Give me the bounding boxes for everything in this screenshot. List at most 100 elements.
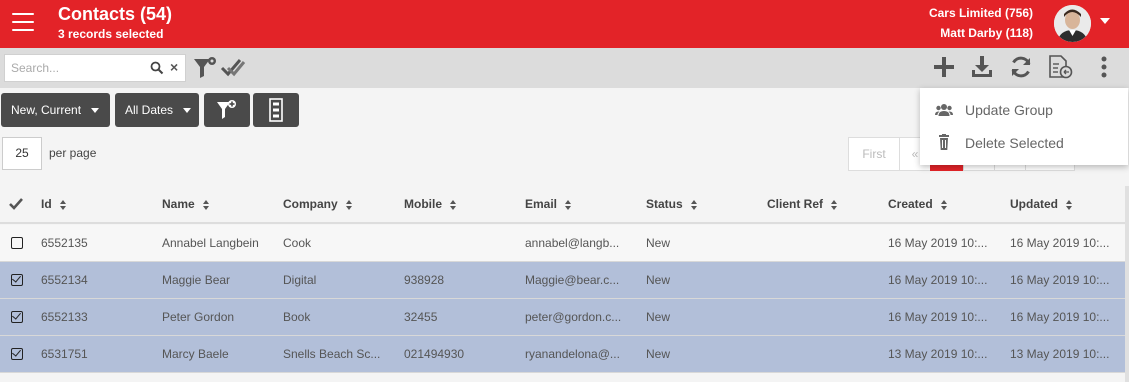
cell-updated: 16 May 2019 10:...: [1010, 236, 1110, 250]
cell-id: 6552134: [41, 273, 88, 287]
cell-updated: 16 May 2019 10:...: [1010, 310, 1110, 324]
sort-icon: [345, 199, 353, 210]
cell-company: Book: [283, 310, 311, 324]
more-options-menu: Update Group Delete Selected: [920, 88, 1128, 165]
sort-icon: [1066, 199, 1073, 210]
cell-status: New: [646, 310, 671, 324]
cell-company: Digital: [283, 273, 317, 287]
cell-name: Maggie Bear: [162, 273, 231, 287]
account-dropdown-icon[interactable]: [1100, 18, 1110, 24]
date-filter-label: All Dates: [125, 103, 174, 117]
row-checkbox[interactable]: [11, 274, 23, 286]
sort-icon: [59, 199, 67, 210]
column-header-updated[interactable]: Updated: [1010, 197, 1073, 211]
column-header-company[interactable]: Company: [283, 197, 353, 211]
table-row[interactable]: 6531751 Marcy Baele Snells Beach Sc... 0…: [0, 336, 1125, 373]
search-icon[interactable]: [150, 61, 164, 75]
cell-updated: 16 May 2019 10:...: [1010, 273, 1110, 287]
cell-name: Annabel Langbein: [162, 236, 259, 250]
add-icon[interactable]: [931, 54, 957, 80]
cell-email: ryanandelona@...: [525, 347, 620, 361]
menu-item-label: Delete Selected: [965, 135, 1064, 151]
column-header-email[interactable]: Email: [525, 197, 572, 211]
account-company[interactable]: Cars Limited (756): [929, 6, 1033, 20]
column-header-mobile[interactable]: Mobile: [404, 197, 457, 211]
select-all-icon[interactable]: [220, 55, 246, 81]
cell-id: 6552133: [41, 310, 88, 324]
row-checkbox[interactable]: [11, 348, 23, 360]
page-title: Contacts (54): [58, 4, 173, 24]
cell-email: peter@gordon.c...: [525, 310, 622, 324]
sort-icon: [690, 199, 698, 210]
cell-created: 16 May 2019 10:...: [888, 273, 988, 287]
sort-icon: [831, 199, 838, 210]
cell-name: Peter Gordon: [162, 310, 235, 324]
column-header-client-ref[interactable]: Client Ref: [767, 197, 838, 211]
sort-icon: [450, 199, 457, 210]
cell-status: New: [646, 273, 671, 287]
advanced-filter-button[interactable]: [204, 93, 250, 127]
sort-icon: [202, 199, 210, 210]
cell-id: 6531751: [41, 347, 88, 361]
cell-created: 16 May 2019 10:...: [888, 310, 988, 324]
cell-updated: 13 May 2019 10:...: [1010, 347, 1110, 361]
hamburger-menu-icon[interactable]: [12, 13, 34, 33]
scrollbar[interactable]: [1125, 186, 1129, 382]
cell-created: 13 May 2019 10:...: [888, 347, 988, 361]
cell-mobile: 938928: [404, 273, 445, 287]
menu-item-label: Update Group: [965, 102, 1053, 118]
per-page-label: per page: [49, 146, 97, 160]
column-header-id[interactable]: Id: [41, 197, 67, 211]
menu-item-delete-selected[interactable]: Delete Selected: [920, 127, 1128, 159]
avatar[interactable]: [1054, 5, 1091, 42]
sort-icon: [565, 199, 572, 210]
cell-mobile: 32455: [404, 310, 438, 324]
cell-email: annabel@langb...: [525, 236, 620, 250]
table-row[interactable]: 6552135 Annabel Langbein Cook annabel@la…: [0, 225, 1125, 262]
chevron-down-icon: [91, 107, 100, 113]
account-user[interactable]: Matt Darby (118): [940, 26, 1033, 40]
cell-company: Cook: [283, 236, 312, 250]
trash-icon: [939, 134, 949, 150]
clear-search-icon[interactable]: ×: [170, 59, 178, 75]
selection-count: 3 records selected: [58, 27, 164, 41]
cell-status: New: [646, 236, 671, 250]
first-page-button[interactable]: First: [848, 137, 900, 171]
search-input[interactable]: [11, 59, 141, 77]
columns-button[interactable]: [253, 93, 299, 127]
group-icon: [935, 104, 953, 116]
column-header-created[interactable]: Created: [888, 197, 948, 211]
table-row[interactable]: 6552133 Peter Gordon Book 32455 peter@go…: [0, 299, 1125, 336]
status-filter-dropdown[interactable]: New, Current: [1, 93, 110, 127]
cell-email: Maggie@bear.c...: [525, 273, 620, 287]
chevron-down-icon: [183, 107, 192, 113]
per-page-input[interactable]: 25: [2, 137, 42, 170]
filter-settings-icon[interactable]: [192, 55, 218, 81]
menu-item-update-group[interactable]: Update Group: [920, 94, 1128, 126]
status-filter-label: New, Current: [11, 103, 82, 117]
cell-created: 16 May 2019 10:...: [888, 236, 988, 250]
cell-company: Snells Beach Sc...: [283, 347, 381, 361]
select-all-checkmark-icon[interactable]: [8, 196, 24, 212]
table-row[interactable]: 6552134 Maggie Bear Digital 938928 Maggi…: [0, 262, 1125, 299]
date-filter-dropdown[interactable]: All Dates: [115, 93, 199, 127]
row-checkbox[interactable]: [11, 311, 23, 323]
download-icon[interactable]: [969, 54, 995, 80]
sort-icon: [940, 199, 948, 210]
toolbar: ×: [0, 48, 1129, 88]
row-checkbox[interactable]: [11, 237, 23, 249]
more-options-icon[interactable]: [1091, 54, 1117, 80]
export-report-icon[interactable]: [1047, 54, 1073, 80]
table-header: Id Name Company Mobile Email Status Clie…: [0, 186, 1129, 224]
cell-name: Marcy Baele: [162, 347, 229, 361]
cell-status: New: [646, 347, 671, 361]
columns-icon: [269, 98, 283, 122]
search-box: ×: [4, 54, 186, 82]
refresh-icon[interactable]: [1008, 54, 1034, 80]
column-header-status[interactable]: Status: [646, 197, 698, 211]
column-header-name[interactable]: Name: [162, 197, 210, 211]
cell-mobile: 021494930: [404, 347, 465, 361]
cell-id: 6552135: [41, 236, 88, 250]
filter-add-icon: [217, 100, 236, 119]
app-header: Contacts (54) 3 records selected Cars Li…: [0, 0, 1129, 48]
